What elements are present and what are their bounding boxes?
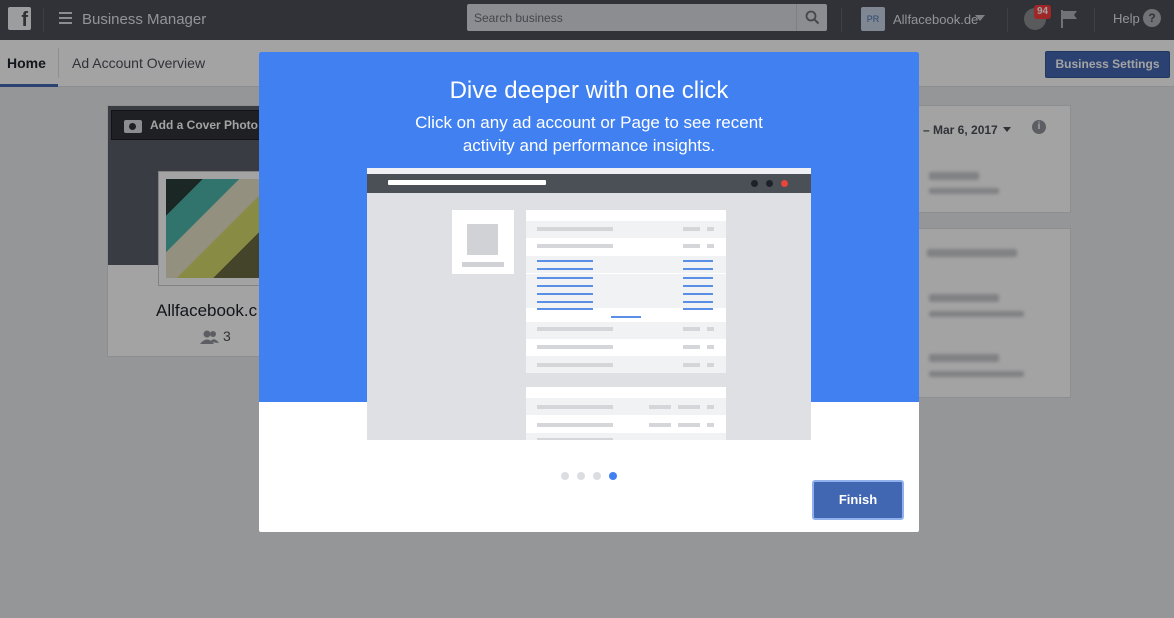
illustration-line xyxy=(537,345,613,349)
illustration-line xyxy=(683,227,700,231)
illustration-panel xyxy=(526,387,726,440)
illustration-line xyxy=(678,423,700,427)
illustration-line xyxy=(537,227,613,231)
illustration-line xyxy=(537,277,593,279)
page-dot[interactable] xyxy=(593,472,601,480)
page-dot[interactable] xyxy=(561,472,569,480)
page-dot[interactable] xyxy=(577,472,585,480)
finish-button[interactable]: Finish xyxy=(812,480,904,520)
window-dot xyxy=(781,180,788,187)
illustration-line xyxy=(707,363,714,367)
illustration-line xyxy=(537,293,593,295)
illustration-line xyxy=(707,405,714,409)
illustration-line xyxy=(537,423,613,427)
page-dot-active[interactable] xyxy=(609,472,617,480)
illustration-line xyxy=(537,308,593,310)
illustration-line xyxy=(683,260,713,262)
illustration-line xyxy=(683,277,713,279)
illustration-line xyxy=(707,244,714,248)
window-dot xyxy=(766,180,773,187)
illustration-row xyxy=(526,256,726,273)
illustration-line xyxy=(707,423,714,427)
illustration-line xyxy=(707,227,714,231)
illustration-line xyxy=(537,405,613,409)
illustration xyxy=(367,168,811,440)
illustration-line xyxy=(649,405,671,409)
dialog-title: Dive deeper with one click xyxy=(449,77,729,104)
illustration-line xyxy=(537,363,613,367)
illustration-line xyxy=(683,363,700,367)
illustration-line xyxy=(683,293,713,295)
illustration-line xyxy=(707,345,714,349)
dialog-subtitle: Click on any ad account or Page to see r… xyxy=(415,113,763,155)
illustration-line xyxy=(537,268,593,270)
illustration-avatar xyxy=(467,224,498,255)
illustration-line xyxy=(683,268,713,270)
illustration-line xyxy=(683,285,713,287)
illustration-line xyxy=(537,285,593,287)
illustration-line xyxy=(683,244,700,248)
illustration-line xyxy=(537,244,613,248)
illustration-line xyxy=(683,301,713,303)
illustration-sidebar xyxy=(452,210,514,274)
illustration-line xyxy=(683,308,713,310)
browser-toolbar xyxy=(367,174,811,193)
illustration-line xyxy=(683,327,700,331)
illustration-line xyxy=(649,423,671,427)
window-dot xyxy=(751,180,758,187)
illustration-line xyxy=(678,405,700,409)
illustration-line xyxy=(537,327,613,331)
illustration-line xyxy=(537,438,613,440)
illustration-line xyxy=(707,327,714,331)
illustration-line xyxy=(683,345,700,349)
illustration-line xyxy=(611,316,641,318)
illustration-line xyxy=(462,262,504,267)
illustration-line xyxy=(537,301,593,303)
pagination-dots xyxy=(561,472,617,480)
illustration-panel xyxy=(526,210,726,373)
onboarding-dialog: Dive deeper with one click Click on any … xyxy=(259,52,919,532)
browser-url-bar xyxy=(388,180,546,185)
illustration-line xyxy=(537,260,593,262)
